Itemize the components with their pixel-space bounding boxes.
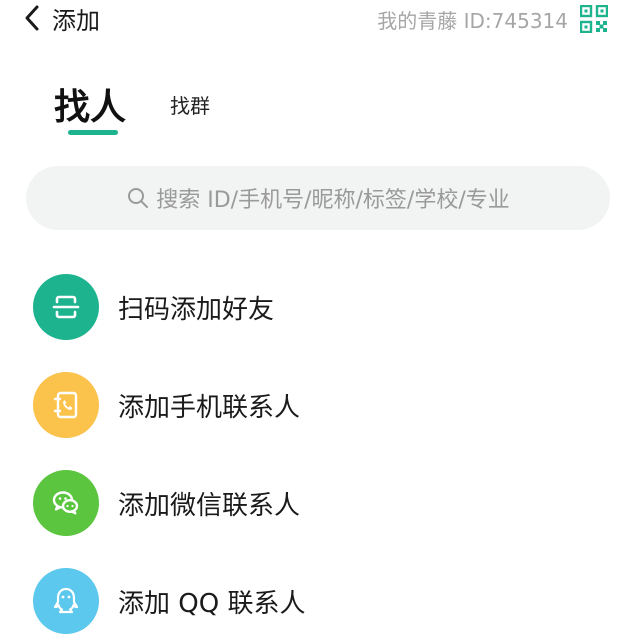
scan-add-friend-item[interactable]: 扫码添加好友 bbox=[0, 258, 640, 356]
item-label: 添加微信联系人 bbox=[118, 490, 301, 521]
add-methods-list: 扫码添加好友 添加手机联系人 添加微信联系人 添加 QQ 联系人 bbox=[0, 258, 640, 640]
back-button[interactable]: 添加 bbox=[22, 2, 100, 35]
qq-icon bbox=[33, 568, 99, 634]
tab-find-groups[interactable]: 找群 bbox=[170, 90, 210, 119]
qr-code-icon[interactable] bbox=[580, 5, 608, 33]
search-input[interactable]: 搜索 ID/手机号/昵称/标签/学校/专业 bbox=[26, 166, 610, 230]
add-wechat-contacts-item[interactable]: 添加微信联系人 bbox=[0, 454, 640, 552]
item-label: 扫码添加好友 bbox=[118, 294, 275, 325]
item-label: 添加 QQ 联系人 bbox=[118, 588, 306, 619]
tab-active-indicator bbox=[68, 130, 118, 135]
my-id-label: 我的青藤 ID:745314 bbox=[377, 9, 568, 33]
wechat-icon bbox=[33, 470, 99, 536]
item-label: 添加手机联系人 bbox=[118, 392, 301, 423]
chevron-left-icon bbox=[25, 5, 39, 31]
tab-find-people[interactable]: 找人 bbox=[54, 78, 126, 130]
page-title: 添加 bbox=[52, 6, 100, 35]
search-placeholder: 搜索 ID/手机号/昵称/标签/学校/专业 bbox=[156, 188, 510, 213]
tab-bar: 找人 找群 bbox=[0, 78, 640, 138]
search-icon bbox=[128, 188, 149, 208]
scan-icon bbox=[33, 274, 99, 340]
add-phone-contacts-item[interactable]: 添加手机联系人 bbox=[0, 356, 640, 454]
add-qq-contacts-item[interactable]: 添加 QQ 联系人 bbox=[0, 552, 640, 640]
phone-contacts-icon bbox=[33, 372, 99, 438]
top-bar: 添加 我的青藤 ID:745314 bbox=[0, 0, 640, 40]
